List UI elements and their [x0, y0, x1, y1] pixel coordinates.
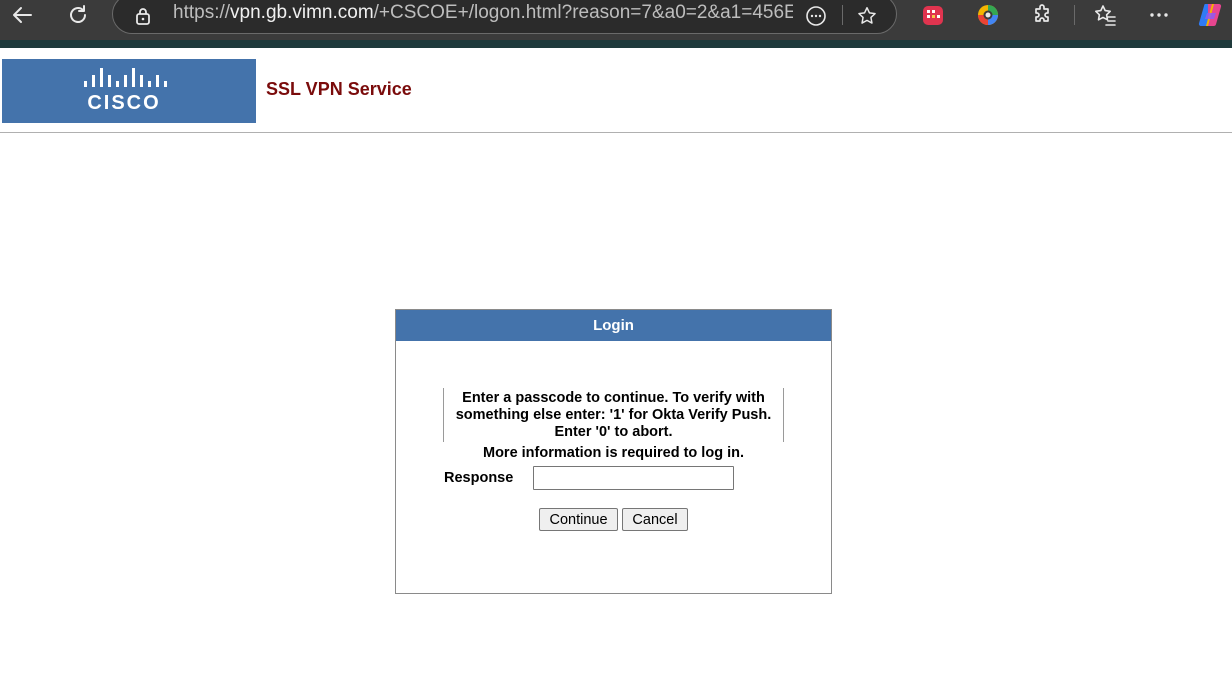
browser-accent-bar: [0, 40, 1232, 48]
page-title: SSL VPN Service: [266, 79, 412, 99]
login-header: Login: [396, 310, 831, 341]
url-path: /+CSCOE+/logon.html?reason=7&a0=2&a1=456…: [373, 2, 793, 23]
extension-calendar-icon[interactable]: [920, 0, 946, 30]
puzzle-icon[interactable]: [1030, 0, 1056, 30]
favorites-icon[interactable]: [1092, 0, 1118, 30]
response-label: Response: [444, 470, 514, 486]
address-divider: [842, 5, 843, 25]
response-input[interactable]: [533, 466, 734, 490]
url-scheme: https://: [173, 2, 231, 23]
browser-toolbar: https://vpn.gb.vimn.com/+CSCOE+/logon.ht…: [0, 0, 1232, 40]
more-options-icon[interactable]: [804, 1, 828, 31]
copilot-icon[interactable]: [1196, 0, 1226, 30]
back-icon[interactable]: [8, 0, 36, 30]
url-host: vpn.gb.vimn.com: [230, 2, 374, 23]
lock-icon[interactable]: [131, 1, 155, 31]
more-info-text: More information is required to log in.: [482, 445, 744, 461]
logo-text: CISCO: [87, 92, 161, 114]
login-panel: Login Enter a passcode to continue. To v…: [395, 309, 832, 594]
extension-colorwheel-icon[interactable]: [975, 0, 1001, 30]
url-text[interactable]: https://vpn.gb.vimn.com/+CSCOE+/logon.ht…: [173, 0, 793, 28]
favorite-star-icon[interactable]: [854, 1, 880, 31]
header-divider: [0, 132, 1232, 133]
address-bar[interactable]: https://vpn.gb.vimn.com/+CSCOE+/logon.ht…: [112, 0, 897, 34]
cancel-button[interactable]: Cancel: [622, 508, 688, 531]
refresh-icon[interactable]: [64, 0, 92, 30]
toolbar-divider: [1074, 5, 1075, 25]
cisco-logo: CISCO: [2, 59, 256, 123]
continue-button[interactable]: Continue: [539, 508, 618, 531]
ellipsis-icon[interactable]: [1146, 0, 1172, 30]
passcode-message: Enter a passcode to continue. To verify …: [443, 388, 784, 442]
